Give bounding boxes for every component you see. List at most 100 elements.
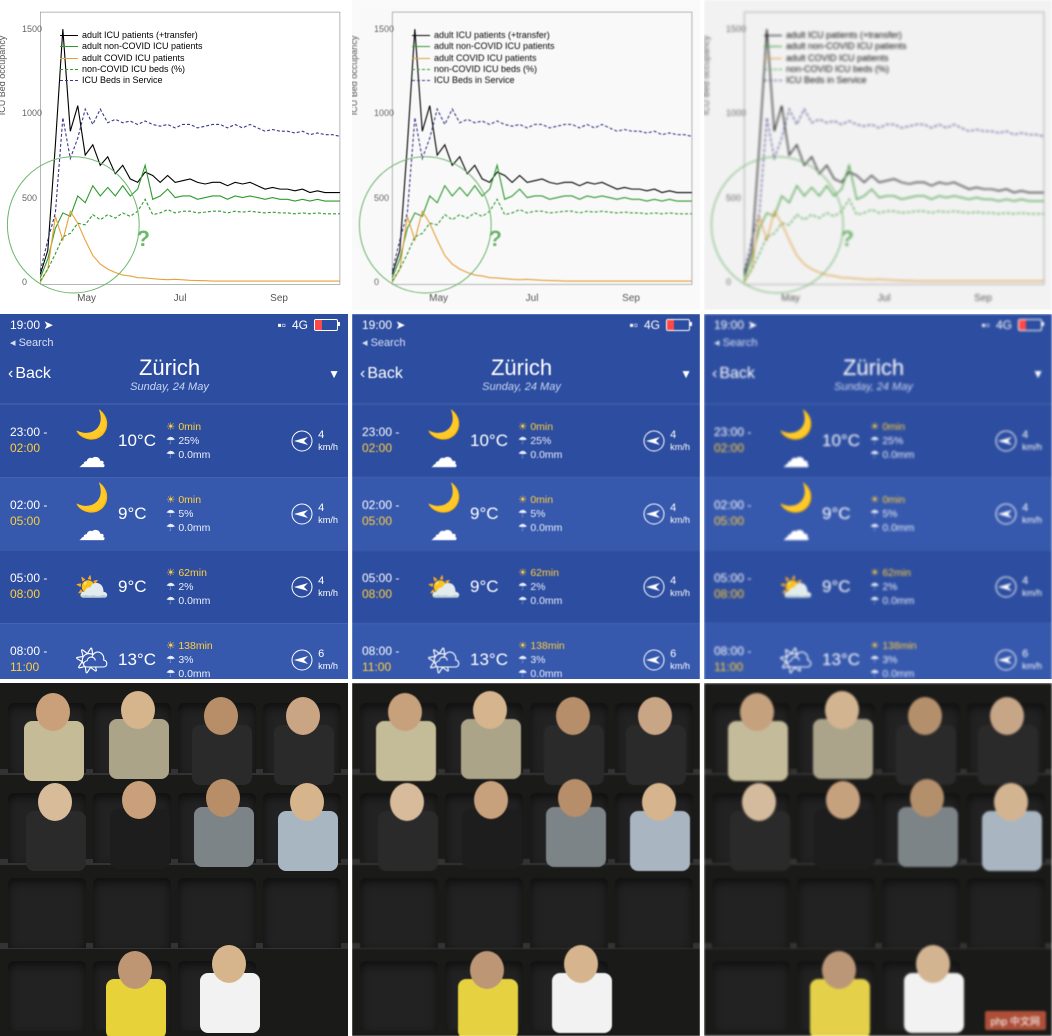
forecast-list: 23:00 -02:00 🌙☁ 10°C ☀ 0min☂ 25%☂ 0.0mm … (704, 404, 1052, 679)
weather-icon: 🌤 (770, 644, 822, 677)
forecast-list: 23:00 -02:00 🌙☁ 10°C ☀ 0min☂ 25%☂ 0.0mm … (352, 404, 700, 679)
forecast-row[interactable]: 05:00 -08:00 ⛅ 9°C ☀ 62min☂ 2%☂ 0.0mm 4k… (0, 550, 348, 623)
search-back[interactable]: ◂ Search (352, 336, 700, 351)
wind: 4km/h (290, 502, 338, 526)
temperature: 13°C (822, 650, 870, 670)
x-tick: May (429, 293, 448, 304)
metrics: ☀ 0min☂ 25%☂ 0.0mm (518, 420, 642, 463)
x-tick: May (781, 293, 800, 304)
y-tick: 500 (374, 193, 389, 203)
y-axis-label: ICU Bed occupancy (0, 36, 7, 116)
forecast-row[interactable]: 08:00 -11:00 🌤 13°C ☀ 138min☂ 3%☂ 0.0mm … (704, 623, 1052, 679)
temperature: 13°C (118, 650, 166, 670)
wind: 4km/h (642, 502, 690, 526)
status-bar: 19:00 ➤▪▫4G (704, 314, 1052, 336)
y-tick: 500 (726, 193, 741, 203)
header: ‹BackZürichSunday, 24 May▼ (352, 351, 700, 404)
y-tick: 0 (726, 277, 731, 287)
wind: 4km/h (642, 429, 690, 453)
time-range: 08:00 -11:00 (714, 644, 770, 675)
x-tick: Jul (526, 293, 539, 304)
y-tick: 0 (374, 277, 379, 287)
weather-icon: 🌙☁ (418, 481, 470, 547)
forecast-row[interactable]: 08:00 -11:00 🌤 13°C ☀ 138min☂ 3%☂ 0.0mm … (0, 623, 348, 679)
temperature: 9°C (470, 577, 518, 597)
status-bar: 19:00 ➤▪▫4G (0, 314, 348, 336)
icu-chart-clean: ICU Bed occupancy050010001500MayJulSepad… (0, 0, 348, 310)
battery-icon (314, 319, 338, 331)
metrics: ☀ 62min☂ 2%☂ 0.0mm (870, 566, 994, 609)
forecast-row[interactable]: 02:00 -05:00 🌙☁ 9°C ☀ 0min☂ 5%☂ 0.0mm 4k… (704, 477, 1052, 550)
wind: 4km/h (994, 429, 1042, 453)
header: ‹BackZürichSunday, 24 May▼ (0, 351, 348, 404)
temperature: 10°C (118, 431, 166, 451)
metrics: ☀ 62min☂ 2%☂ 0.0mm (166, 566, 290, 609)
signal-icon: ▪▫ (629, 318, 638, 332)
chart-legend: adult ICU patients (+transfer)adult non-… (60, 30, 203, 86)
annotation-question: ? (489, 226, 502, 252)
wind: 6km/h (642, 648, 690, 672)
location-icon: ➤ (395, 318, 405, 332)
weather-app-strong: 19:00 ➤▪▫4G◂ Search‹BackZürichSunday, 24… (704, 314, 1052, 679)
metrics: ☀ 138min☂ 3%☂ 0.0mm (166, 639, 290, 679)
y-tick: 1000 (726, 108, 746, 118)
network-label: 4G (644, 318, 660, 332)
y-tick: 1500 (374, 24, 394, 34)
temperature: 10°C (470, 431, 518, 451)
temperature: 9°C (118, 504, 166, 524)
x-tick: May (77, 293, 96, 304)
location-icon: ➤ (747, 318, 757, 332)
forecast-list: 23:00 -02:00 🌙☁ 10°C ☀ 0min☂ 25%☂ 0.0mm … (0, 404, 348, 679)
forecast-row[interactable]: 23:00 -02:00 🌙☁ 10°C ☀ 0min☂ 25%☂ 0.0mm … (352, 404, 700, 477)
y-axis-label: ICU Bed occupancy (704, 36, 711, 116)
annotation-question: ? (137, 226, 150, 252)
forecast-row[interactable]: 05:00 -08:00 ⛅ 9°C ☀ 62min☂ 2%☂ 0.0mm 4k… (704, 550, 1052, 623)
header: ‹BackZürichSunday, 24 May▼ (704, 351, 1052, 404)
forecast-row[interactable]: 23:00 -02:00 🌙☁ 10°C ☀ 0min☂ 25%☂ 0.0mm … (704, 404, 1052, 477)
temperature: 9°C (822, 504, 870, 524)
wind: 4km/h (642, 575, 690, 599)
wind: 4km/h (290, 575, 338, 599)
time-range: 05:00 -08:00 (714, 571, 770, 602)
city-title: Zürich (363, 355, 680, 381)
weather-icon: 🌙☁ (770, 481, 822, 547)
time-range: 23:00 -02:00 (362, 425, 418, 456)
clock: 19:00 ➤ (714, 318, 757, 332)
search-back[interactable]: ◂ Search (0, 336, 348, 351)
forecast-row[interactable]: 23:00 -02:00 🌙☁ 10°C ☀ 0min☂ 25%☂ 0.0mm … (0, 404, 348, 477)
weather-icon: 🌤 (66, 644, 118, 677)
dropdown-icon[interactable]: ▼ (328, 367, 340, 381)
clock: 19:00 ➤ (362, 318, 405, 332)
y-tick: 0 (22, 277, 27, 287)
time-range: 08:00 -11:00 (10, 644, 66, 675)
temperature: 9°C (822, 577, 870, 597)
forecast-row[interactable]: 05:00 -08:00 ⛅ 9°C ☀ 62min☂ 2%☂ 0.0mm 4k… (352, 550, 700, 623)
search-back[interactable]: ◂ Search (704, 336, 1052, 351)
metrics: ☀ 62min☂ 2%☂ 0.0mm (518, 566, 642, 609)
dropdown-icon[interactable]: ▼ (1032, 367, 1044, 381)
city-title: Zürich (715, 355, 1032, 381)
wind: 4km/h (290, 429, 338, 453)
forecast-row[interactable]: 08:00 -11:00 🌤 13°C ☀ 138min☂ 3%☂ 0.0mm … (352, 623, 700, 679)
y-tick: 1000 (22, 108, 42, 118)
weather-icon: 🌙☁ (66, 481, 118, 547)
y-tick: 1500 (726, 24, 746, 34)
location-icon: ➤ (43, 318, 53, 332)
weather-app-clean: 19:00 ➤▪▫4G◂ Search‹BackZürichSunday, 24… (0, 314, 348, 679)
watermark: php 中文网 (985, 1011, 1046, 1030)
x-tick: Sep (974, 293, 992, 304)
wind: 6km/h (290, 648, 338, 672)
temperature: 13°C (470, 650, 518, 670)
metrics: ☀ 0min☂ 5%☂ 0.0mm (166, 493, 290, 536)
metrics: ☀ 0min☂ 5%☂ 0.0mm (870, 493, 994, 536)
annotation-question: ? (841, 226, 854, 252)
dropdown-icon[interactable]: ▼ (680, 367, 692, 381)
forecast-row[interactable]: 02:00 -05:00 🌙☁ 9°C ☀ 0min☂ 5%☂ 0.0mm 4k… (352, 477, 700, 550)
weather-icon: 🌙☁ (66, 408, 118, 474)
forecast-row[interactable]: 02:00 -05:00 🌙☁ 9°C ☀ 0min☂ 5%☂ 0.0mm 4k… (0, 477, 348, 550)
figure-grid: ICU Bed occupancy 0 500 1000 1500 May Jul Sep ad… (0, 0, 1052, 1036)
date-subtitle: Sunday, 24 May (715, 381, 1032, 393)
weather-icon: ⛅ (66, 571, 118, 604)
metrics: ☀ 138min☂ 3%☂ 0.0mm (518, 639, 642, 679)
x-tick: Jul (174, 293, 187, 304)
